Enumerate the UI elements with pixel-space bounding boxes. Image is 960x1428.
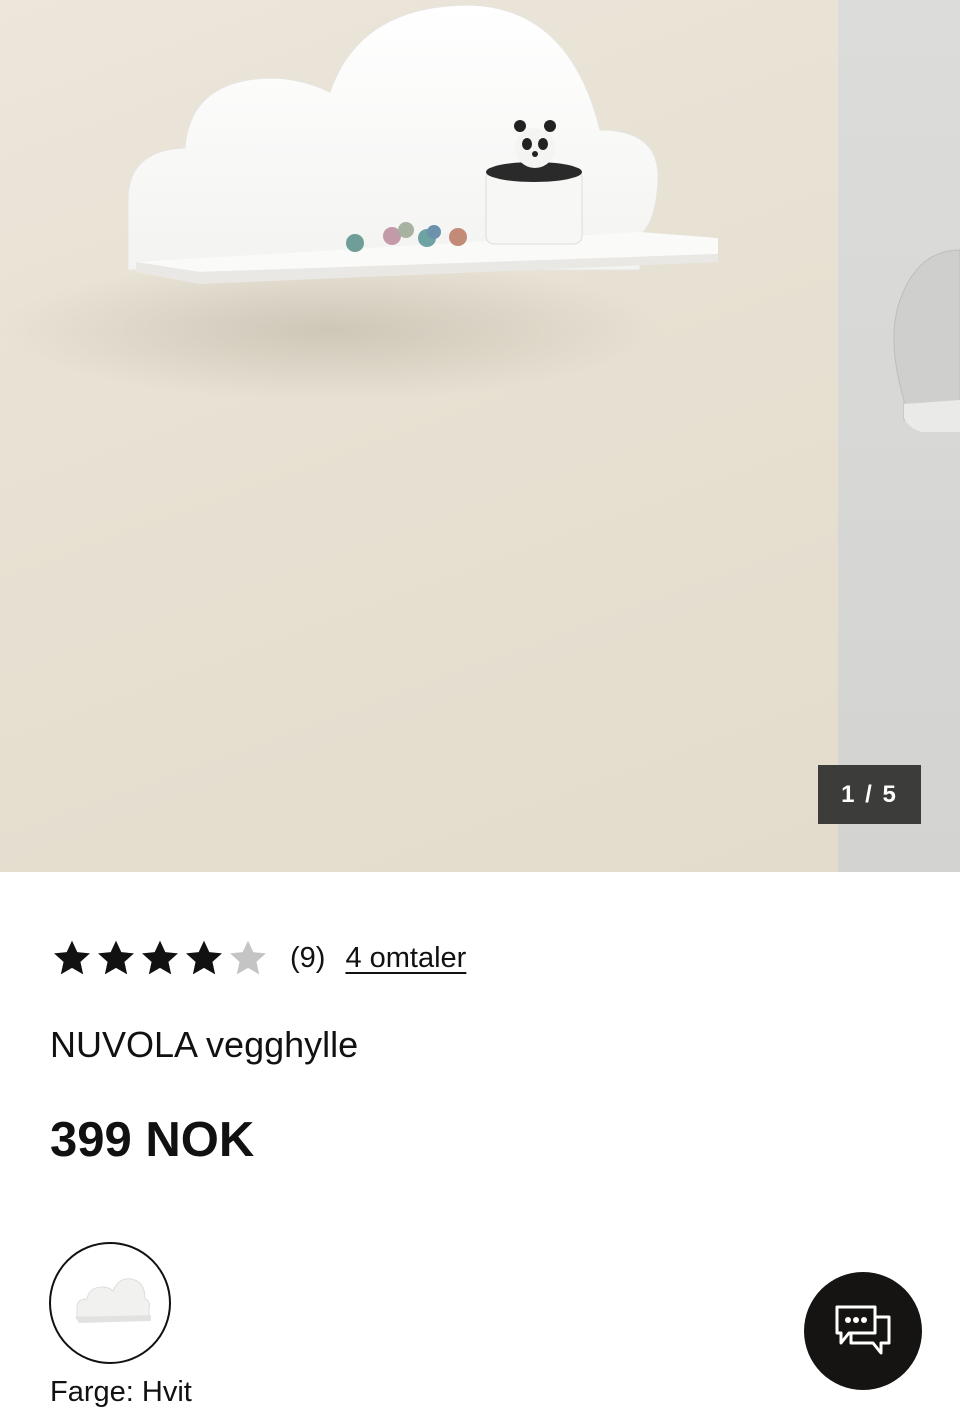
color-swatch-white[interactable] xyxy=(49,1242,171,1364)
color-label: Farge: Hvit xyxy=(50,1376,192,1408)
reviews-link[interactable]: 4 omtaler xyxy=(345,942,466,975)
slide-counter: 1 / 5 xyxy=(818,765,921,824)
star-empty-icon xyxy=(230,940,266,975)
star-filled-icon xyxy=(186,940,222,975)
product-image-next-peek[interactable] xyxy=(838,0,960,872)
star-filled-icon xyxy=(54,940,90,975)
product-title: NUVOLA vegghylle xyxy=(50,1024,359,1065)
star-filled-icon xyxy=(142,940,178,975)
product-image-main[interactable] xyxy=(0,0,838,872)
product-rating: (9) 4 omtaler xyxy=(50,936,466,980)
chat-button[interactable] xyxy=(804,1272,922,1390)
product-price: 399 NOK xyxy=(50,1113,255,1167)
cloud-shelf-illustration xyxy=(0,4,718,400)
product-image-gallery[interactable]: 1 / 5 xyxy=(0,0,960,872)
star-filled-icon xyxy=(98,940,134,975)
rating-count: (9) xyxy=(290,941,326,974)
cloud-shelf-peek-illustration xyxy=(893,249,960,432)
rating-stars xyxy=(50,936,270,980)
swatch-thumbnail-icon xyxy=(75,1278,151,1323)
chat-bubbles-icon xyxy=(835,1305,891,1355)
